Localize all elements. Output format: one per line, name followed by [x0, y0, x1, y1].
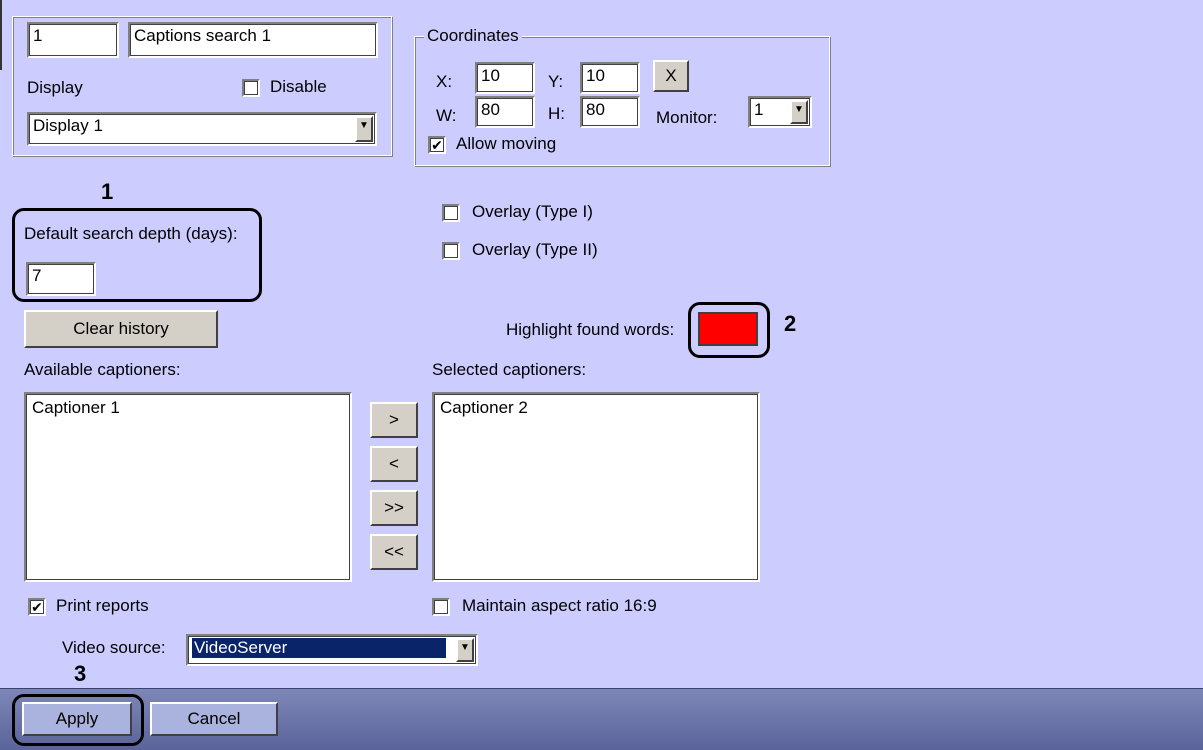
cancel-button[interactable]: Cancel [150, 702, 278, 736]
move-all-right-button[interactable]: >> [370, 490, 418, 526]
video-source-dropdown[interactable]: VideoServer ▼ [186, 634, 478, 666]
chevron-down-icon[interactable]: ▼ [790, 100, 808, 124]
x-field[interactable]: 10 [475, 62, 535, 94]
overlay-type2-label: Overlay (Type II) [472, 240, 598, 259]
allow-moving-checkbox[interactable]: ✔ [428, 136, 446, 154]
callout-number-1: 1 [101, 179, 114, 204]
list-item[interactable]: Captioner 1 [32, 398, 344, 418]
overlay-type2-checkbox[interactable] [442, 242, 460, 260]
monitor-dropdown[interactable]: 1 ▼ [748, 96, 812, 128]
allow-moving-label: Allow moving [456, 134, 557, 153]
chevron-down-icon[interactable]: ▼ [456, 638, 474, 662]
display-dropdown-value: Display 1 [33, 116, 103, 135]
y-label: Y: [548, 72, 564, 91]
available-captioners-label: Available captioners: [24, 360, 181, 379]
selected-captioners-label: Selected captioners: [432, 360, 587, 379]
h-field[interactable]: 80 [580, 96, 640, 128]
overlay-type1-label: Overlay (Type I) [472, 202, 593, 221]
available-captioners-list[interactable]: Captioner 1 [24, 392, 352, 582]
clear-history-button[interactable]: Clear history [24, 310, 218, 348]
video-source-label: Video source: [62, 638, 166, 657]
display-label: Display [27, 78, 83, 97]
disable-checkbox[interactable] [242, 79, 260, 97]
list-item[interactable]: Captioner 2 [440, 398, 752, 418]
aspect-ratio-label: Maintain aspect ratio 16:9 [462, 596, 657, 615]
aspect-ratio-checkbox[interactable] [432, 598, 450, 616]
disable-label: Disable [270, 77, 327, 96]
apply-button[interactable]: Apply [22, 702, 132, 736]
print-reports-label: Print reports [56, 596, 149, 615]
window-edge [0, 0, 2, 70]
w-label: W: [436, 106, 457, 125]
move-all-left-button[interactable]: << [370, 534, 418, 570]
x-label: X: [436, 72, 453, 91]
chevron-down-icon[interactable]: ▼ [355, 116, 373, 142]
callout-number-3: 3 [74, 661, 87, 686]
w-field[interactable]: 80 [475, 96, 535, 128]
print-reports-checkbox[interactable]: ✔ [28, 598, 46, 616]
overlay-type1-checkbox[interactable] [442, 204, 460, 222]
y-field[interactable]: 10 [580, 62, 640, 94]
display-dropdown[interactable]: Display 1 ▼ [27, 112, 377, 146]
selected-captioners-list[interactable]: Captioner 2 [432, 392, 760, 582]
monitor-label: Monitor: [656, 108, 718, 127]
highlight-color-swatch[interactable] [698, 312, 758, 346]
move-right-button[interactable]: > [370, 402, 418, 438]
highlight-label: Highlight found words: [506, 320, 675, 339]
object-name-field[interactable]: Captions search 1 [128, 22, 378, 58]
video-source-value: VideoServer [192, 638, 446, 658]
monitor-dropdown-value: 1 [754, 100, 764, 119]
callout-number-2: 2 [784, 311, 797, 336]
h-label: H: [548, 104, 565, 123]
move-left-button[interactable]: < [370, 446, 418, 482]
coordinates-title: Coordinates [424, 26, 522, 46]
object-id-field[interactable]: 1 [27, 22, 119, 58]
reset-coordinates-button[interactable]: X [653, 60, 689, 92]
search-depth-label: Default search depth (days): [24, 224, 238, 243]
search-depth-field[interactable]: 7 [26, 262, 96, 296]
